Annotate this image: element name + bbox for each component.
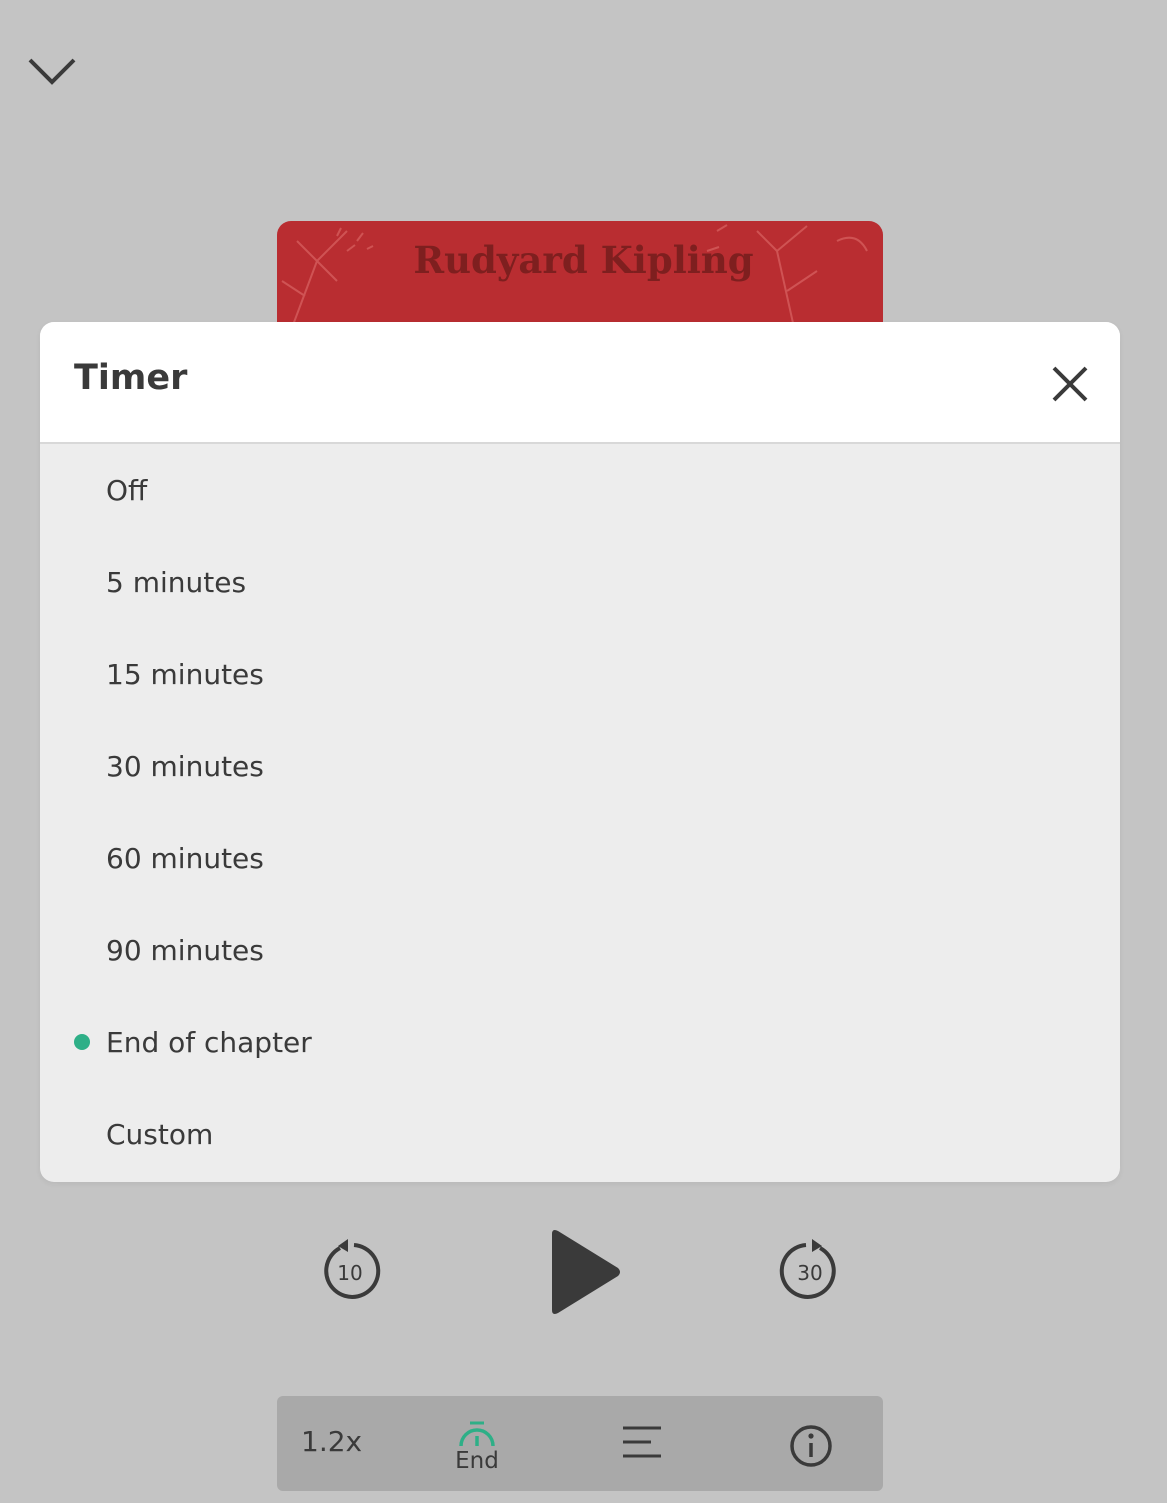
rewind-label: 10: [337, 1261, 362, 1285]
timer-option-label: End of chapter: [106, 1025, 312, 1059]
selected-dot-icon: [74, 482, 90, 498]
timer-status-label: End: [455, 1448, 499, 1474]
collapse-player-button[interactable]: [24, 50, 80, 94]
timer-option-label: 30 minutes: [106, 749, 264, 783]
timer-option-end-of-chapter[interactable]: End of chapter: [40, 996, 1120, 1088]
rewind-button[interactable]: 10: [318, 1236, 382, 1302]
selected-dot-icon: [74, 850, 90, 866]
rewind-10-icon: 10: [324, 1239, 381, 1299]
info-icon: [790, 1425, 832, 1467]
timer-dialog: Timer Off 5 minutes 15 minutes 30 minute…: [40, 322, 1120, 1182]
timer-option-60-minutes[interactable]: 60 minutes: [40, 812, 1120, 904]
player-toolbar: 1.2x End: [277, 1396, 883, 1491]
info-button[interactable]: [787, 1422, 835, 1470]
forward-button[interactable]: 30: [778, 1236, 842, 1302]
selected-dot-icon: [74, 758, 90, 774]
chevron-down-icon: [28, 58, 76, 85]
close-button[interactable]: [1044, 358, 1096, 410]
timer-option-label: Custom: [106, 1117, 214, 1151]
selected-dot-icon: [74, 1126, 90, 1142]
play-icon: [552, 1230, 620, 1314]
selected-dot-icon: [74, 574, 90, 590]
timer-options-list: Off 5 minutes 15 minutes 30 minutes 60 m…: [40, 444, 1120, 1180]
timer-option-label: 5 minutes: [106, 565, 247, 599]
timer-option-30-minutes[interactable]: 30 minutes: [40, 720, 1120, 812]
timer-option-custom[interactable]: Custom: [40, 1088, 1120, 1180]
sleep-timer-button[interactable]: End: [445, 1420, 509, 1480]
forward-label: 30: [797, 1261, 822, 1285]
timer-option-label: 90 minutes: [106, 933, 264, 967]
cover-author: Rudyard Kipling: [413, 238, 754, 282]
timer-dialog-title: Timer: [74, 358, 188, 398]
forward-30-icon: 30: [779, 1239, 836, 1299]
timer-option-5-minutes[interactable]: 5 minutes: [40, 536, 1120, 628]
chapters-list-icon: [623, 1426, 661, 1458]
timer-option-15-minutes[interactable]: 15 minutes: [40, 628, 1120, 720]
timer-option-off[interactable]: Off: [40, 444, 1120, 536]
timer-icon: [459, 1421, 495, 1447]
playback-speed-button[interactable]: 1.2x: [301, 1425, 362, 1458]
selected-dot-icon: [74, 1034, 90, 1050]
timer-option-label: 60 minutes: [106, 841, 264, 875]
selected-dot-icon: [74, 942, 90, 958]
close-icon: [1052, 366, 1088, 402]
play-button[interactable]: [544, 1226, 624, 1318]
timer-option-90-minutes[interactable]: 90 minutes: [40, 904, 1120, 996]
timer-dialog-header: Timer: [40, 322, 1120, 444]
chapters-button[interactable]: [617, 1422, 667, 1466]
timer-option-label: 15 minutes: [106, 657, 264, 691]
selected-dot-icon: [74, 666, 90, 682]
timer-option-label: Off: [106, 473, 148, 507]
